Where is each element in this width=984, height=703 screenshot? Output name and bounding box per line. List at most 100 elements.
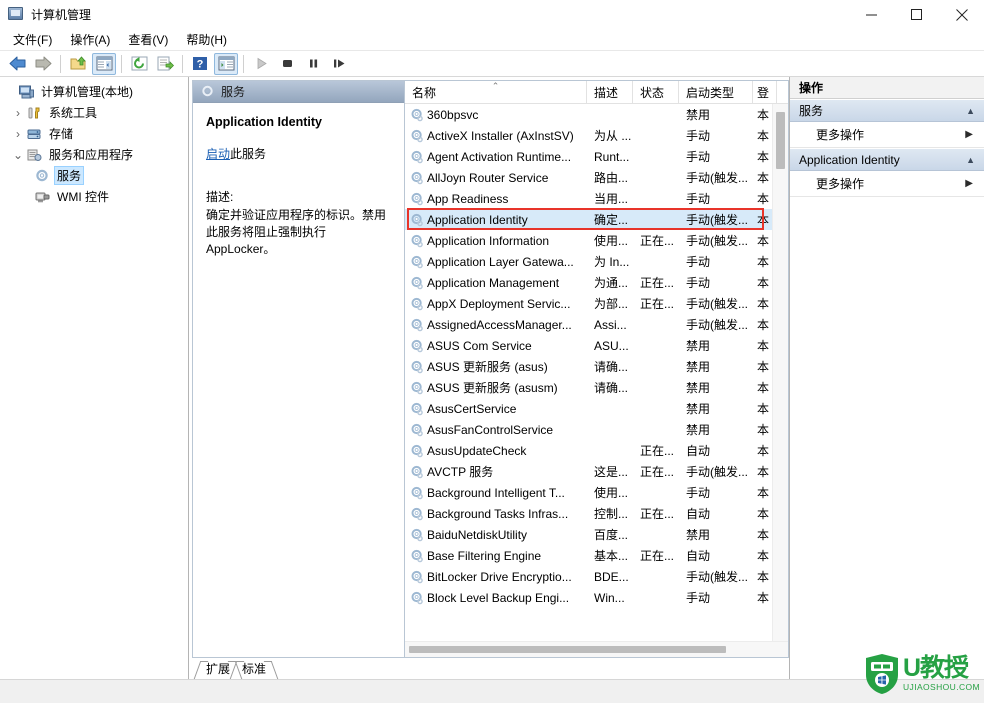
chevron-down-icon[interactable]: ⌄ (10, 148, 26, 162)
table-row[interactable]: AVCTP 服务 这是... 正在... 手动(触发... 本 (405, 461, 788, 482)
tree-node-services[interactable]: 服务 (0, 165, 188, 186)
list-horizontal-scrollbar[interactable] (405, 641, 788, 657)
table-row[interactable]: AsusCertService 禁用本 (405, 398, 788, 419)
chevron-up-icon[interactable]: ▲ (966, 155, 975, 165)
detail-panel-title: 服务 (221, 85, 246, 99)
tab-standard[interactable]: 标准 (233, 661, 275, 679)
cell-startup-type: 手动(触发... (686, 297, 748, 311)
cell-description: 为部... (594, 297, 629, 311)
table-row[interactable]: Agent Activation Runtime... Runt... 手动本 (405, 146, 788, 167)
table-row[interactable]: AllJoyn Router Service 路由... 手动(触发... 本 (405, 167, 788, 188)
table-row[interactable]: AppX Deployment Servic... 为部... 正在... 手动(触发… (405, 293, 788, 314)
cell-status (633, 356, 679, 377)
tree-node-storage[interactable]: › 存储 (0, 123, 188, 144)
table-row[interactable]: AsusFanControlService 禁用本 (405, 419, 788, 440)
table-row[interactable]: ASUS Com Service ASU... 禁用本 (405, 335, 788, 356)
chevron-up-icon[interactable]: ▲ (966, 106, 975, 116)
column-header-log-on-as[interactable]: 登 (753, 81, 777, 103)
stop-service-icon[interactable] (275, 53, 299, 75)
table-row[interactable]: AssignedAccessManager... Assi... 手动(触发... 本 (405, 314, 788, 335)
list-vertical-scrollbar[interactable] (772, 104, 788, 657)
tree-node-wmi-control[interactable]: WMI 控件 (0, 186, 188, 207)
chevron-right-icon[interactable]: › (10, 106, 26, 120)
maximize-button[interactable] (894, 0, 939, 29)
minimize-button[interactable] (849, 0, 894, 29)
chevron-right-icon[interactable]: › (10, 127, 26, 141)
restart-service-icon[interactable] (327, 53, 351, 75)
cell-description: 控制... (594, 507, 629, 521)
service-gear-icon (409, 233, 424, 248)
table-row[interactable]: Application Identity 确定... 手动(触发... 本 (405, 209, 788, 230)
column-header-label: 登 (757, 85, 770, 100)
actions-group-application-identity-header[interactable]: Application Identity ▲ (790, 148, 984, 171)
show-console-tree-icon[interactable] (92, 52, 116, 75)
start-service-link[interactable]: 启动 (206, 147, 230, 161)
tree-node-services-and-applications[interactable]: ⌄ 服务和应用程序 (0, 144, 188, 165)
menu-view[interactable]: 查看(V) (119, 30, 177, 50)
cell-status (633, 251, 679, 272)
cell-description: 当用... (594, 192, 629, 206)
horizontal-scroll-thumb[interactable] (409, 646, 726, 653)
column-header-startup-type[interactable]: 启动类型 (679, 81, 753, 103)
cell-status (633, 398, 679, 419)
column-header-status[interactable]: 状态 (633, 81, 679, 103)
services-apps-icon (26, 147, 42, 163)
sort-ascending-icon: ⌃ (491, 81, 500, 91)
table-row[interactable]: Base Filtering Engine 基本... 正在... 自动本 (405, 545, 788, 566)
table-row[interactable]: Background Tasks Infras... 控制... 正在... 自动本 (405, 503, 788, 524)
table-row[interactable]: ActiveX Installer (AxInstSV) 为从 ... 手动本 (405, 125, 788, 146)
cell-status (633, 377, 679, 398)
cell-service-name: Block Level Backup Engi... (405, 587, 587, 608)
cell-startup-type: 自动 (686, 549, 711, 563)
action-more-actions-application-identity[interactable]: 更多操作 ▶ (790, 171, 984, 197)
start-service-icon[interactable] (249, 53, 273, 75)
properties-icon[interactable] (214, 52, 238, 75)
refresh-icon[interactable] (127, 53, 151, 75)
tree-node-label: 存储 (49, 127, 74, 141)
action-more-actions-services[interactable]: 更多操作 ▶ (790, 122, 984, 148)
table-row[interactable]: Application Information 使用... 正在... 手动(触发..… (405, 230, 788, 251)
column-header-description[interactable]: 描述 (587, 81, 633, 103)
menu-file[interactable]: 文件(F) (4, 30, 61, 50)
service-name-text: Background Intelligent T... (427, 485, 565, 500)
table-row[interactable]: ASUS 更新服务 (asusm) 请确... 禁用本 (405, 377, 788, 398)
cell-service-name: AsusFanControlService (405, 419, 587, 440)
table-row[interactable]: Background Intelligent T... 使用... 手动本 (405, 482, 788, 503)
up-folder-icon[interactable] (66, 53, 90, 75)
actions-group-services-header[interactable]: 服务 ▲ (790, 99, 984, 122)
table-row[interactable]: Application Management 为通... 正在... 手动本 (405, 272, 788, 293)
close-button[interactable] (939, 0, 984, 29)
table-row[interactable]: App Readiness 当用... 手动本 (405, 188, 788, 209)
cell-service-name: Background Intelligent T... (405, 482, 587, 503)
forward-icon[interactable] (31, 53, 55, 75)
service-name-text: Agent Activation Runtime... (427, 149, 572, 164)
cell-startup-type: 手动(触发... (686, 234, 748, 248)
cell-service-name: ASUS 更新服务 (asus) (405, 356, 587, 377)
export-list-icon[interactable] (153, 53, 177, 75)
table-row[interactable]: AsusUpdateCheck 正在... 自动本 (405, 440, 788, 461)
toolbar-separator (121, 54, 122, 73)
tree-node-system-tools[interactable]: › 系统工具 (0, 102, 188, 123)
vertical-scroll-thumb[interactable] (776, 112, 785, 169)
table-row[interactable]: Block Level Backup Engi... Win... 手动本 (405, 587, 788, 608)
cell-startup-type: 手动(触发... (686, 213, 748, 227)
table-row[interactable]: BaiduNetdiskUtility 百度... 禁用本 (405, 524, 788, 545)
view-tabs: 扩展 标准 (189, 658, 789, 679)
table-row[interactable]: BitLocker Drive Encryptio... BDE... 手动(触发.… (405, 566, 788, 587)
pause-service-icon[interactable] (301, 53, 325, 75)
service-gear-icon (409, 212, 424, 227)
menu-action[interactable]: 操作(A) (61, 30, 119, 50)
table-row[interactable]: Application Layer Gatewa... 为 In... 手动本 (405, 251, 788, 272)
menu-help[interactable]: 帮助(H) (177, 30, 236, 50)
back-icon[interactable] (5, 53, 29, 75)
service-name-text: AllJoyn Router Service (427, 170, 549, 185)
help-icon[interactable]: ? (188, 53, 212, 75)
table-row[interactable]: ASUS 更新服务 (asus) 请确... 禁用本 (405, 356, 788, 377)
cell-startup-type: 禁用 (686, 381, 711, 395)
cell-startup-type: 禁用 (686, 339, 711, 353)
table-row[interactable]: 360bpsvc 禁用本 (405, 104, 788, 125)
tree-node-computer-management[interactable]: 计算机管理(本地) (0, 81, 188, 102)
toolbar-separator (182, 54, 183, 73)
column-header-name[interactable]: 名称 ⌃ (405, 81, 587, 103)
service-gear-icon (409, 254, 424, 269)
